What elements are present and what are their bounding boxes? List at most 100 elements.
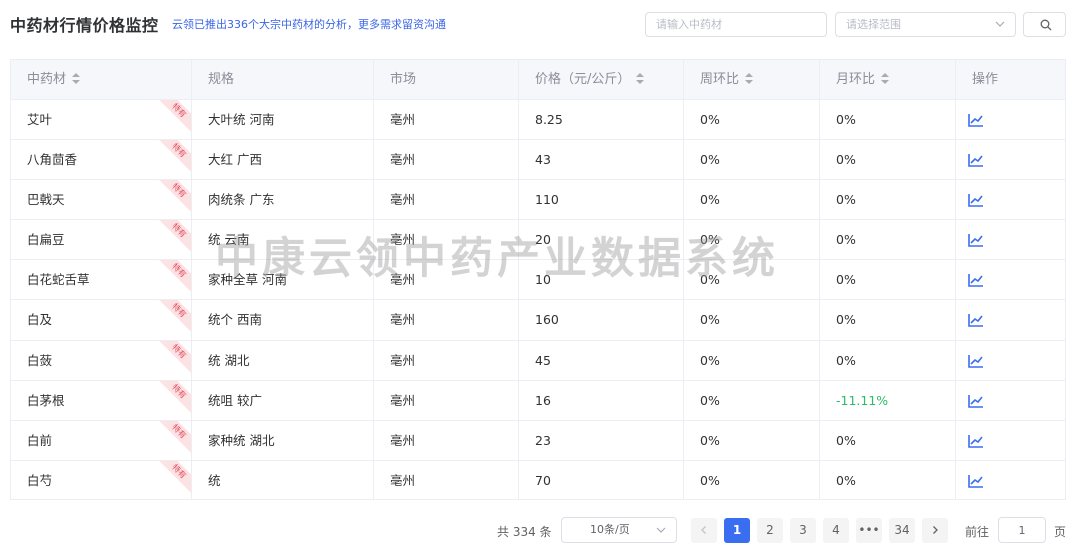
- spec-cell: 统 云南: [192, 220, 374, 261]
- spec-cell: 统个 西南: [192, 300, 374, 341]
- price-cell: 110: [519, 180, 684, 221]
- page-button-1[interactable]: 1: [724, 518, 750, 543]
- search-button[interactable]: [1023, 12, 1066, 37]
- week-change-cell: 0%: [684, 460, 820, 499]
- herb-name: 艾叶: [27, 112, 53, 127]
- action-cell: [956, 260, 1065, 300]
- trend-chart-icon[interactable]: [968, 474, 984, 488]
- trend-chart-icon[interactable]: [968, 153, 984, 167]
- sort-icon[interactable]: [636, 72, 645, 85]
- price-cell: 16: [519, 380, 684, 421]
- exclusive-ribbon: 特有: [156, 460, 191, 495]
- herb-cell: 白茅根 特有: [11, 380, 192, 421]
- herb-cell: 八角茴香 特有: [11, 140, 192, 181]
- spec-cell: 大叶统 河南: [192, 100, 374, 140]
- herb-cell: 白扁豆 特有: [11, 220, 192, 261]
- week-change-cell: 0%: [684, 420, 820, 461]
- trend-chart-icon[interactable]: [968, 434, 984, 448]
- column-header-month-change[interactable]: 月环比: [820, 60, 956, 100]
- trend-chart-icon[interactable]: [968, 354, 984, 368]
- subtitle-link[interactable]: 云领已推出336个大宗中药材的分析，更多需求留资沟通: [172, 16, 446, 32]
- trend-chart-icon[interactable]: [968, 313, 984, 328]
- trend-chart-icon[interactable]: [968, 273, 984, 288]
- chevron-down-icon: [656, 527, 666, 533]
- herb-cell: 白芍 特有: [11, 460, 192, 499]
- page-size-select[interactable]: 10条/页: [561, 517, 677, 543]
- column-header-herb[interactable]: 中药材: [11, 60, 192, 100]
- column-label: 周环比: [700, 72, 740, 87]
- market-cell: 亳州: [374, 100, 519, 140]
- chevron-right-icon: [933, 526, 938, 534]
- price-cell: 160: [519, 300, 684, 341]
- action-cell: [956, 421, 1065, 461]
- sort-icon[interactable]: [745, 72, 754, 85]
- spec-cell: 肉统条 广东: [192, 180, 374, 221]
- trend-chart-icon[interactable]: [968, 113, 984, 127]
- column-header-price[interactable]: 价格（元/公斤）: [519, 60, 684, 100]
- price-cell: 23: [519, 420, 684, 461]
- page-button-34[interactable]: 34: [889, 518, 915, 543]
- herb-cell: 白花蛇舌草 特有: [11, 260, 192, 301]
- table-row: 白及 特有 统个 西南 亳州 160 0% 0%: [11, 300, 1065, 341]
- goto-page-input[interactable]: [998, 517, 1046, 543]
- week-change-cell: 0%: [684, 220, 820, 261]
- page-size-value: 10条/页: [590, 523, 630, 536]
- page-button-4[interactable]: 4: [823, 518, 849, 543]
- action-cell: [956, 341, 1065, 381]
- column-header-action: 操作: [956, 60, 1065, 100]
- herb-cell: 巴戟天 特有: [11, 180, 192, 221]
- column-header-market: 市场: [374, 60, 519, 100]
- spec-cell: 大红 广西: [192, 140, 374, 181]
- price-cell: 45: [519, 340, 684, 381]
- herb-cell: 艾叶 特有: [11, 100, 192, 140]
- price-cell: 10: [519, 260, 684, 301]
- page-button-2[interactable]: 2: [757, 518, 783, 543]
- page-ellipsis[interactable]: •••: [856, 518, 882, 543]
- market-cell: 亳州: [374, 460, 519, 499]
- table-row: 白蔹 特有 统 湖北 亳州 45 0% 0%: [11, 340, 1065, 381]
- market-cell: 亳州: [374, 340, 519, 381]
- action-cell: [956, 140, 1065, 180]
- herb-search-input[interactable]: [645, 12, 827, 37]
- range-select[interactable]: 请选择范围: [835, 12, 1016, 37]
- exclusive-ribbon: 特有: [156, 140, 191, 174]
- table-row: 艾叶 特有 大叶统 河南 亳州 8.25 0% 0%: [11, 100, 1065, 141]
- herb-cell: 白蔹 特有: [11, 340, 192, 381]
- sort-icon[interactable]: [72, 72, 81, 85]
- exclusive-ribbon: 特有: [156, 220, 191, 254]
- trend-chart-icon[interactable]: [968, 233, 984, 248]
- spec-cell: 统 湖北: [192, 340, 374, 381]
- week-change-cell: 0%: [684, 300, 820, 341]
- week-change-cell: 0%: [684, 180, 820, 221]
- column-header-spec: 规格: [192, 60, 374, 100]
- column-label: 月环比: [836, 72, 876, 87]
- trend-chart-icon[interactable]: [968, 193, 984, 207]
- next-page-button[interactable]: [922, 518, 948, 543]
- column-label: 价格（元/公斤）: [535, 72, 631, 87]
- table-row: 巴戟天 特有 肉统条 广东 亳州 110 0% 0%: [11, 180, 1065, 221]
- prev-page-button[interactable]: [691, 518, 717, 543]
- herb-name: 白花蛇舌草: [27, 272, 90, 288]
- page-button-3[interactable]: 3: [790, 518, 816, 543]
- total-count: 共 334 条: [497, 525, 552, 539]
- exclusive-ribbon: 特有: [156, 340, 191, 375]
- column-label: 操作: [972, 72, 999, 87]
- herb-name: 白及: [27, 312, 53, 328]
- herb-name: 八角茴香: [27, 152, 78, 168]
- table-header: 中药材 规格 市场 价格（元/公斤） 周环比 月环比 操作: [11, 60, 1065, 100]
- chevron-left-icon: [701, 526, 706, 534]
- herb-name: 巴戟天: [27, 192, 65, 208]
- spec-cell: 家种统 湖北: [192, 420, 374, 461]
- trend-chart-icon[interactable]: [968, 394, 984, 408]
- exclusive-ribbon: 特有: [156, 420, 191, 455]
- month-change-cell: 0%: [820, 420, 956, 461]
- herb-name: 白前: [27, 432, 53, 448]
- sort-icon[interactable]: [881, 72, 890, 85]
- column-header-week-change[interactable]: 周环比: [684, 60, 820, 100]
- market-cell: 亳州: [374, 420, 519, 461]
- month-change-cell: 0%: [820, 180, 956, 221]
- page-suffix: 页: [1054, 525, 1067, 539]
- column-label: 规格: [208, 72, 235, 87]
- top-bar: 中药材行情价格监控 云领已推出336个大宗中药材的分析，更多需求留资沟通 请选择…: [0, 0, 1080, 48]
- herb-name: 白蔹: [27, 352, 53, 368]
